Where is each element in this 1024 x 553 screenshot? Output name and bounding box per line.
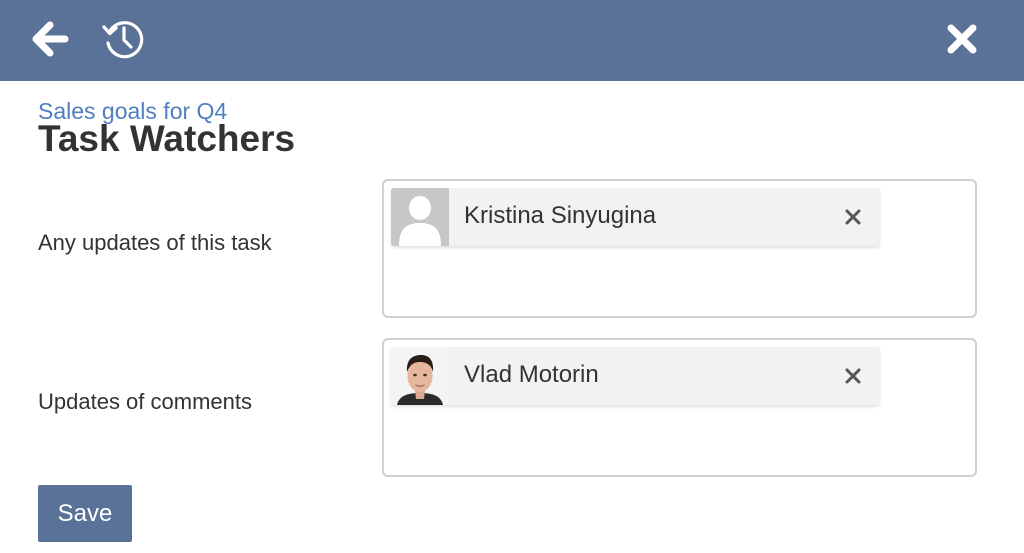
- save-button[interactable]: Save: [38, 485, 132, 542]
- comment-updates-watchers-field[interactable]: Vlad Motorin: [382, 338, 977, 477]
- remove-user-button[interactable]: [828, 192, 878, 242]
- placeholder-avatar-icon: [391, 188, 449, 246]
- user-photo: [391, 347, 449, 405]
- history-button[interactable]: [98, 13, 150, 65]
- watch-option-label: Updates of comments: [38, 389, 252, 414]
- arrow-left-icon: [32, 21, 69, 57]
- close-icon: [947, 24, 977, 54]
- remove-icon: [845, 368, 861, 384]
- back-button[interactable]: [24, 13, 76, 65]
- watch-option-label: Any updates of this task: [38, 230, 272, 255]
- page-title: Task Watchers: [38, 118, 296, 159]
- remove-user-button[interactable]: [828, 351, 878, 401]
- user-name: Kristina Sinyugina: [464, 202, 657, 229]
- history-icon: [102, 21, 144, 59]
- user-chip: Kristina Sinyugina: [391, 188, 880, 246]
- task-updates-watchers-field[interactable]: Kristina Sinyugina: [382, 179, 977, 318]
- user-name: Vlad Motorin: [464, 361, 599, 388]
- close-button[interactable]: [936, 13, 988, 65]
- remove-icon: [845, 209, 861, 225]
- top-bar: [0, 0, 1024, 81]
- user-chip: Vlad Motorin: [391, 347, 880, 405]
